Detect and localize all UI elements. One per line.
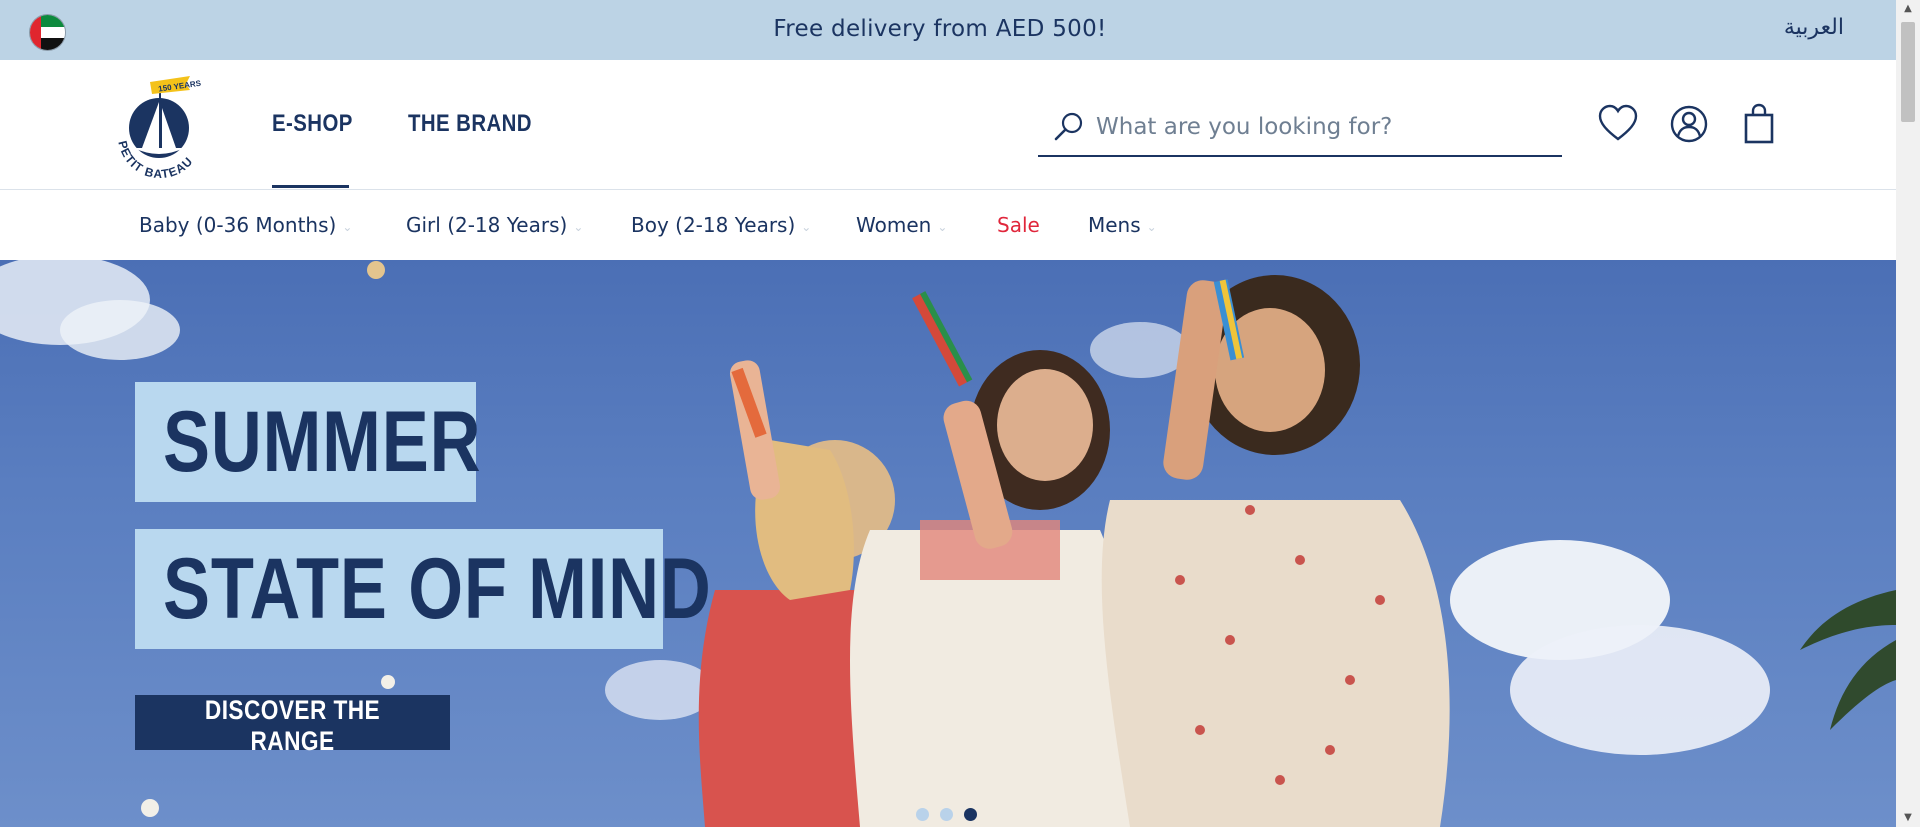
language-switch-link[interactable]: العربية	[1784, 15, 1844, 40]
scrollbar-thumb[interactable]	[1901, 22, 1915, 122]
account-icon[interactable]	[1667, 102, 1711, 146]
category-baby[interactable]: Baby (0-36 Months) ⌄	[139, 213, 352, 237]
category-women[interactable]: Women ⌄	[856, 213, 947, 237]
wishlist-heart-icon[interactable]	[1596, 102, 1640, 146]
search-bar	[1038, 100, 1562, 157]
hero-title-line-2: STATE OF MIND	[163, 541, 712, 637]
page-scrollbar[interactable]: ▲ ▼	[1896, 0, 1920, 827]
hero-title-line-1: SUMMER	[163, 394, 482, 490]
carousel-dot[interactable]	[940, 808, 953, 821]
scroll-up-arrow-icon[interactable]: ▲	[1896, 0, 1920, 18]
chevron-down-icon: ⌄	[342, 219, 353, 234]
carousel-dot-active[interactable]	[964, 808, 977, 821]
category-girl[interactable]: Girl (2-18 Years) ⌄	[406, 213, 583, 237]
discover-range-button[interactable]: DISCOVER THE RANGE	[135, 695, 450, 756]
category-menu: Baby (0-36 Months) ⌄ Girl (2-18 Years) ⌄ B…	[0, 190, 1896, 260]
hero-banner: SUMMER STATE OF MIND DISCOVER THE RANGE	[0, 260, 1896, 827]
site-header: 150 YEARS PETIT BATEAU E-SHOP THE BRAND	[0, 60, 1896, 190]
chevron-down-icon: ⌄	[1146, 219, 1157, 234]
scroll-down-arrow-icon[interactable]: ▼	[1896, 809, 1920, 827]
category-mens[interactable]: Mens ⌄	[1088, 213, 1157, 237]
active-nav-underline	[272, 185, 349, 188]
petit-bateau-logo[interactable]: 150 YEARS PETIT BATEAU	[112, 74, 216, 178]
carousel-dot[interactable]	[916, 808, 929, 821]
announcement-bar: Free delivery from AED 500! العربية	[0, 0, 1896, 60]
nav-the-brand[interactable]: THE BRAND	[408, 110, 532, 138]
chevron-down-icon: ⌄	[937, 219, 948, 234]
category-sale[interactable]: Sale	[997, 213, 1040, 237]
category-boy[interactable]: Boy (2-18 Years) ⌄	[631, 213, 811, 237]
shopping-bag-icon[interactable]	[1738, 102, 1782, 146]
chevron-down-icon: ⌄	[573, 219, 584, 234]
free-delivery-promo: Free delivery from AED 500!	[773, 16, 1107, 42]
chevron-down-icon: ⌄	[801, 219, 812, 234]
nav-eshop[interactable]: E-SHOP	[272, 110, 353, 138]
search-input[interactable]	[1096, 108, 1536, 146]
search-icon[interactable]	[1052, 110, 1086, 144]
